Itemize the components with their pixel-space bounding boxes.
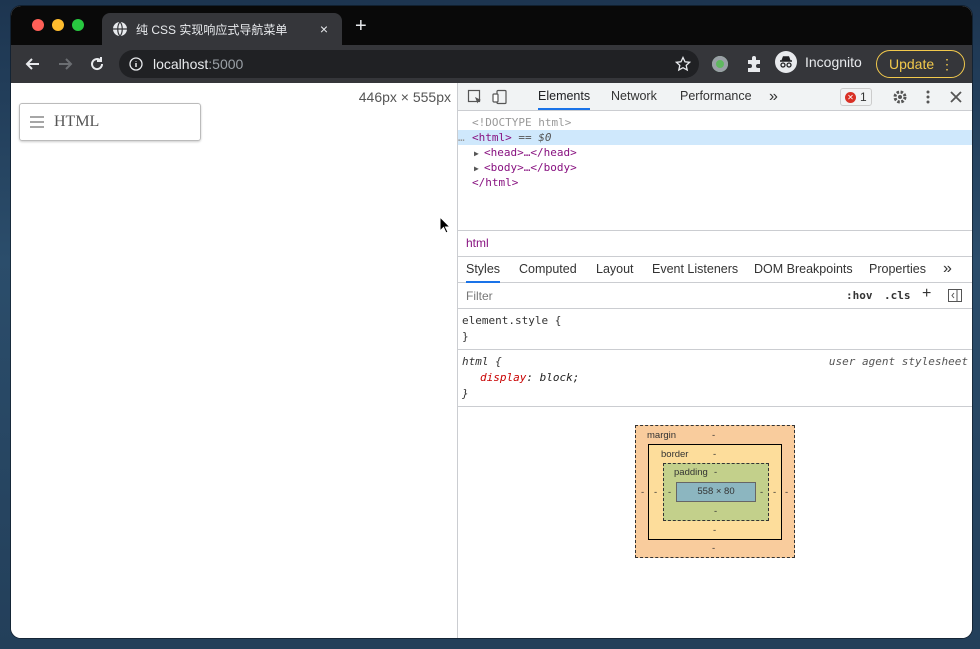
prop-value: block; [539,371,580,384]
kebab-menu-icon[interactable] [920,89,936,105]
devtools-panel: Elements Network Performance » ✕ 1 <!DOC… [457,83,972,638]
bookmark-star-icon[interactable] [675,56,691,72]
tab-event-listeners[interactable]: Event Listeners [652,257,738,283]
tab-title: 纯 CSS 实现响应式导航菜单 [136,22,288,37]
box-model-content[interactable]: 558 × 80 [676,482,756,502]
menu-dots-icon: ⋮ [940,56,954,72]
incognito-label: Incognito [805,54,862,70]
dom-head-node[interactable]: ▶ <head>…</head> [458,145,972,160]
new-rule-button[interactable]: + [922,285,931,303]
incognito-indicator[interactable]: Incognito [775,51,862,73]
error-count: 1 [860,90,867,104]
url-host: localhost [153,56,209,72]
tab-styles[interactable]: Styles [466,257,501,283]
html-ua-rule[interactable]: html { user agent stylesheet display: bl… [458,350,972,407]
tab-elements[interactable]: Elements [538,83,591,110]
prop-name: display [480,371,527,384]
tab-performance[interactable]: Performance [680,83,752,110]
update-button[interactable]: Update ⋮ [876,50,965,78]
minimize-window-button[interactable] [52,19,64,31]
element-style-rule[interactable]: element.style { } [458,309,972,350]
dom-html-node[interactable]: … <html> == $0 [458,130,972,145]
hamburger-icon [30,116,44,128]
filter-input[interactable]: Filter [466,289,493,303]
device-toolbar-icon[interactable] [492,89,508,105]
breadcrumb[interactable]: html [458,231,972,257]
expand-arrow-icon[interactable]: ▶ [474,161,484,176]
update-label: Update [889,56,935,72]
viewport-dimensions: 446px × 555px [358,89,451,105]
browser-tab[interactable]: 纯 CSS 实现响应式导航菜单 × [102,13,342,45]
toggle-sidebar-icon[interactable] [948,289,962,302]
close-devtools-icon[interactable] [948,89,964,105]
page-viewport: 446px × 555px HTML [11,83,457,638]
ua-stylesheet-label: user agent stylesheet [828,355,968,368]
globe-icon [113,21,127,37]
dom-tree: <!DOCTYPE html> … <html> == $0 ▶ <head>…</… [458,111,972,231]
nav-menu-label: HTML [54,113,100,130]
url-port: :5000 [208,56,244,72]
tab-layout[interactable]: Layout [596,257,634,283]
box-model-diagram: margin - - - - border - - - - padding - … [635,425,795,558]
address-bar[interactable]: localhost:5000 [119,50,699,78]
browser-window: 纯 CSS 实现响应式导航菜单 × + localhost:5000 Incog… [11,6,972,638]
close-window-button[interactable] [32,19,44,31]
expand-arrow-icon[interactable]: ▶ [474,146,484,161]
styles-subtabs: Styles Computed Layout Event Listeners D… [458,257,972,283]
new-tab-button[interactable]: + [355,16,367,36]
gear-icon[interactable] [892,89,908,105]
box-model-margin[interactable]: margin - - - - border - - - - padding - … [635,425,795,558]
error-icon: ✕ [845,91,856,103]
inspect-element-icon[interactable] [467,89,483,105]
dom-doctype[interactable]: <!DOCTYPE html> [458,115,972,130]
tab-computed[interactable]: Computed [519,257,577,283]
browser-toolbar: localhost:5000 Incognito Update ⋮ [11,45,972,83]
back-arrow-icon[interactable] [23,54,43,74]
error-badge[interactable]: ✕ 1 [840,88,872,106]
box-model-border[interactable]: border - - - - padding - - - - 558 × 80 [648,444,782,540]
nav-menu-toggle[interactable]: HTML [19,103,201,141]
tab-network[interactable]: Network [611,83,657,110]
incognito-icon [775,51,797,73]
reload-icon[interactable] [87,54,107,74]
more-subtabs-icon[interactable]: » [943,257,952,283]
mouse-cursor-icon [439,216,451,234]
puzzle-icon[interactable] [745,55,763,73]
tab-strip: 纯 CSS 实现响应式导航菜单 × + [11,6,972,45]
more-tabs-icon[interactable]: » [769,83,778,110]
cls-toggle[interactable]: .cls [884,289,911,302]
dom-body-node[interactable]: ▶ <body>…</body> [458,160,972,175]
box-model-padding[interactable]: padding - - - - 558 × 80 [663,463,769,521]
dom-html-close[interactable]: </html> [458,175,972,190]
tab-close-icon[interactable]: × [316,21,332,37]
devtools-toolbar: Elements Network Performance » ✕ 1 [458,83,972,111]
forward-arrow-icon[interactable] [55,54,75,74]
tab-properties[interactable]: Properties [869,257,926,283]
hov-toggle[interactable]: :hov [846,289,873,302]
tab-dom-breakpoints[interactable]: DOM Breakpoints [754,257,853,283]
extension-icon[interactable] [712,56,728,72]
info-icon[interactable] [129,57,143,71]
styles-filter-bar: Filter :hov .cls + [458,283,972,309]
maximize-window-button[interactable] [72,19,84,31]
